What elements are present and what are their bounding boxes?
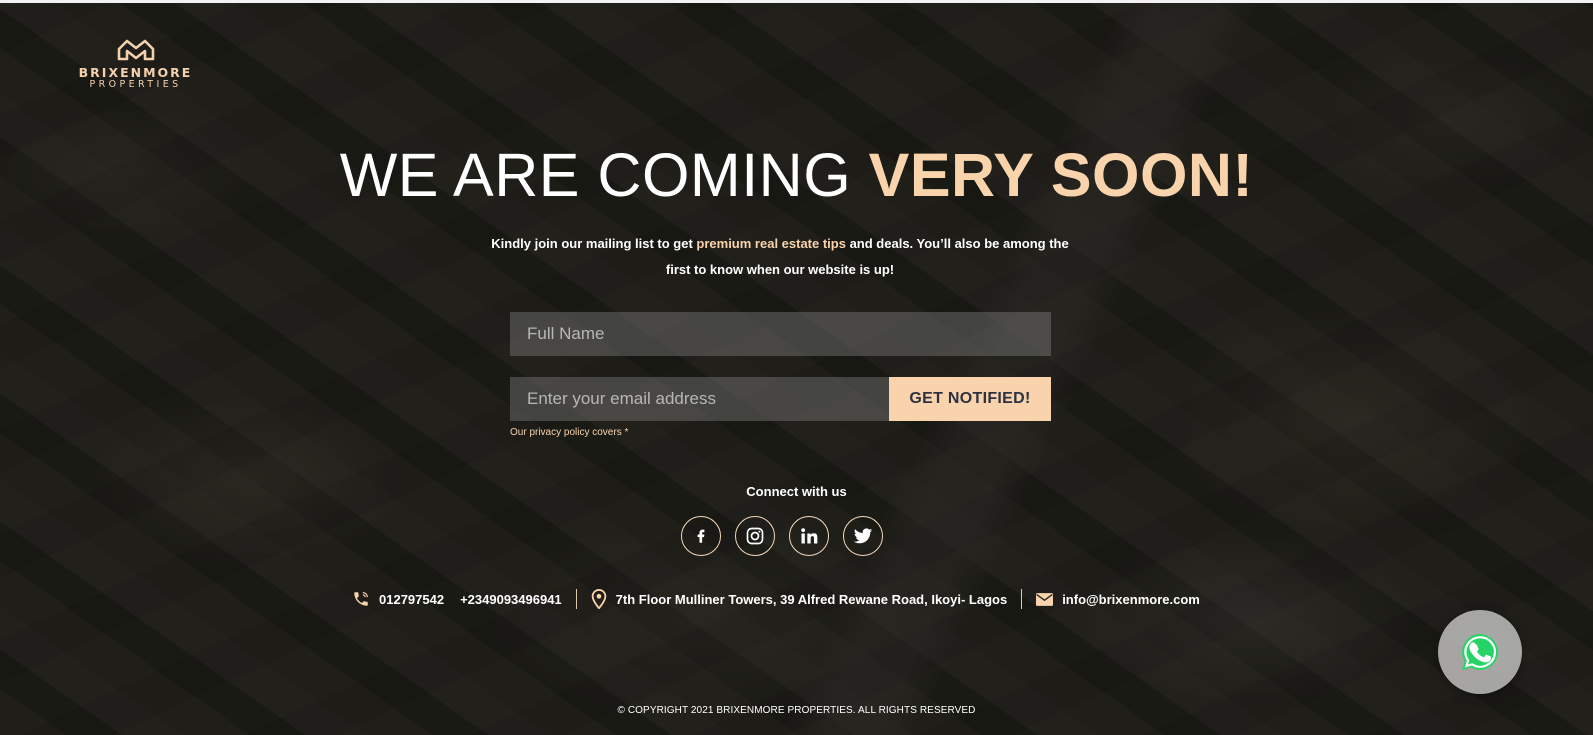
linkedin-button[interactable] xyxy=(789,516,829,556)
intro-before: Kindly join our mailing list to get xyxy=(491,236,697,251)
contact-email[interactable]: info@brixenmore.com xyxy=(1062,592,1200,607)
facebook-icon xyxy=(697,529,705,543)
page-headline: WE ARE COMING VERY SOON! xyxy=(0,140,1593,210)
twitter-icon xyxy=(853,528,873,544)
copyright-text: © COPYRIGHT 2021 BRIXENMORE PROPERTIES. … xyxy=(617,705,976,716)
location-pin-icon xyxy=(591,589,607,609)
facebook-button[interactable] xyxy=(681,516,721,556)
phone-icon xyxy=(352,590,370,608)
contact-divider xyxy=(575,589,577,609)
whatsapp-icon xyxy=(1462,634,1498,670)
connect-heading: Connect with us xyxy=(746,484,847,499)
house-logo-icon xyxy=(117,39,154,61)
office-address: 7th Floor Mulliner Towers, 39 Alfred Rew… xyxy=(615,591,1008,607)
intro-highlight: premium real estate tips xyxy=(696,236,846,251)
top-border xyxy=(0,0,1593,3)
brand-name: BRIXENMORE xyxy=(78,65,193,80)
whatsapp-chat-button[interactable] xyxy=(1438,610,1522,694)
email-input[interactable] xyxy=(510,377,890,421)
brand-logo[interactable]: BRIXENMORE PROPERTIES xyxy=(78,38,193,91)
get-notified-button[interactable]: GET NOTIFIED! xyxy=(889,377,1051,421)
phone-number-2[interactable]: +2349093496941 xyxy=(460,592,562,607)
envelope-icon xyxy=(1036,592,1054,606)
intro-text: Kindly join our mailing list to get prem… xyxy=(490,231,1070,283)
linkedin-icon xyxy=(801,528,818,544)
contact-divider xyxy=(1021,589,1023,609)
headline-main: WE ARE COMING xyxy=(339,141,869,209)
instagram-icon xyxy=(746,527,764,545)
social-links xyxy=(681,516,883,556)
twitter-button[interactable] xyxy=(843,516,883,556)
headline-accent: VERY SOON! xyxy=(868,141,1254,209)
background-overlay xyxy=(0,0,1593,735)
phone-number-1[interactable]: 012797542 xyxy=(379,592,444,607)
brand-subname: PROPERTIES xyxy=(89,79,182,90)
full-name-input[interactable] xyxy=(510,312,1051,356)
privacy-policy-link[interactable]: Our privacy policy covers * xyxy=(510,427,628,438)
instagram-button[interactable] xyxy=(735,516,775,556)
contact-bar: 012797542 +2349093496941 7th Floor Mulli… xyxy=(352,588,1200,610)
